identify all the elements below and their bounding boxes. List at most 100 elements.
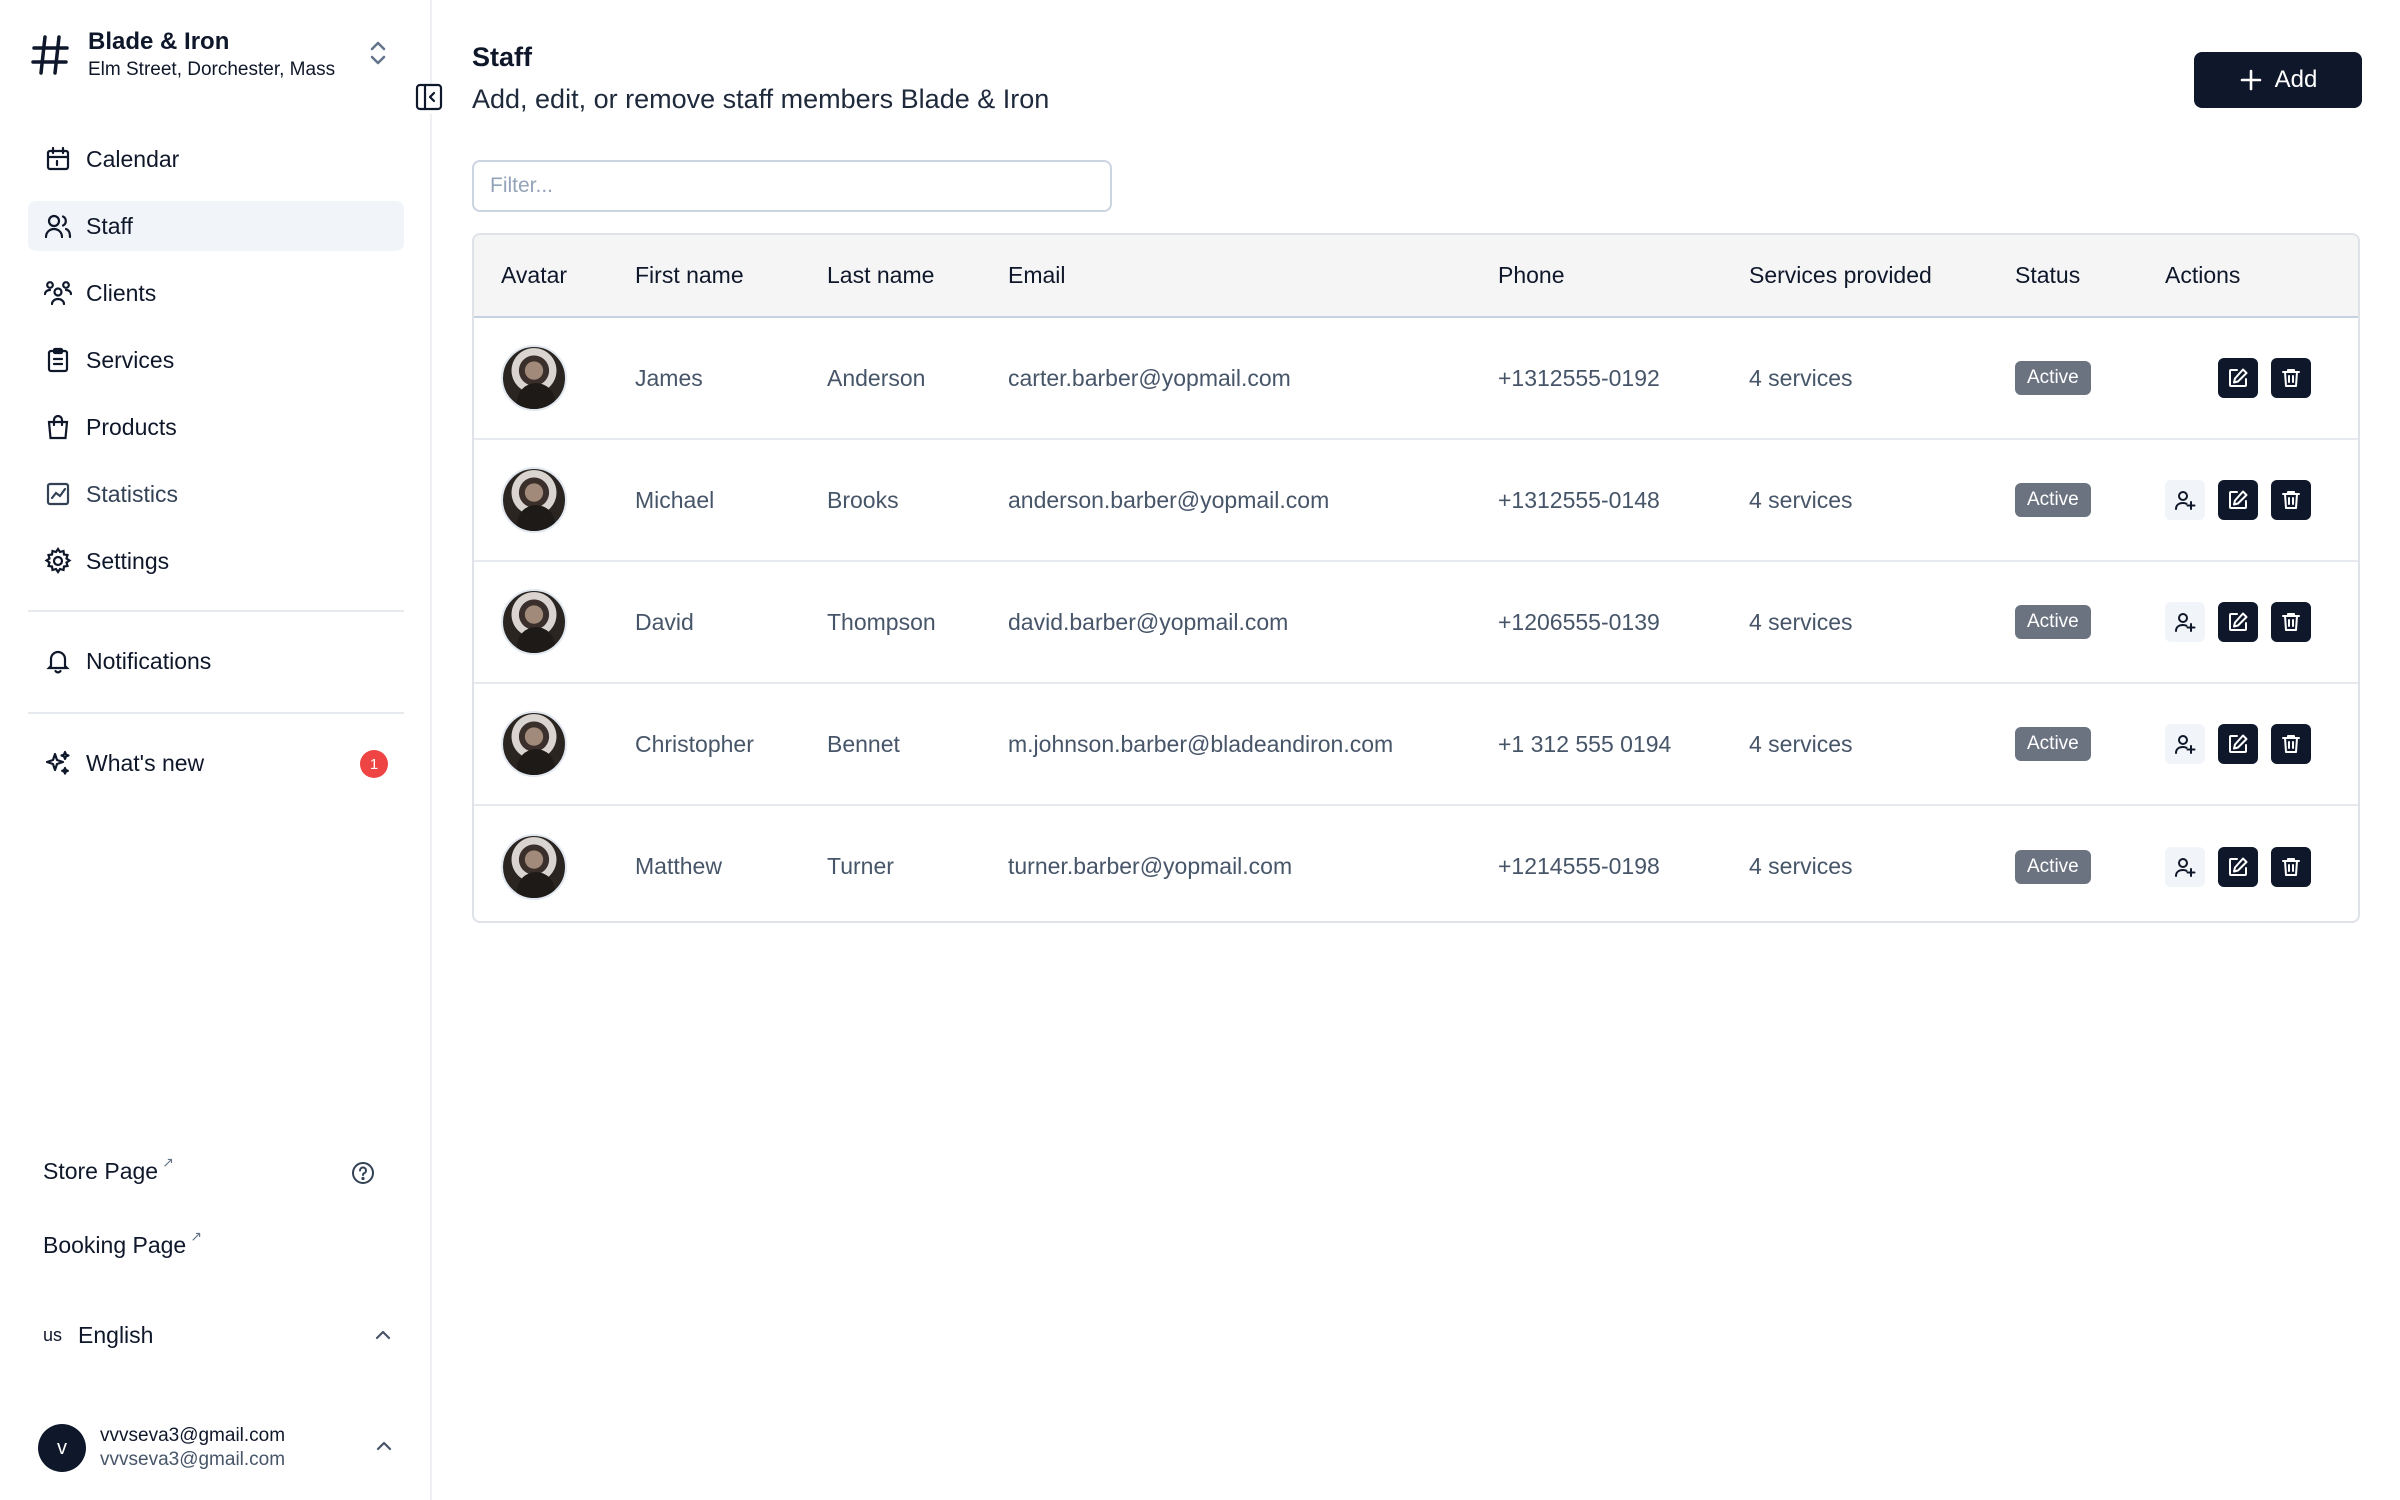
gear-icon <box>44 547 72 575</box>
delete-button[interactable] <box>2271 358 2311 398</box>
page-title: Staff <box>472 42 532 72</box>
edit-button[interactable] <box>2218 358 2258 398</box>
status-badge: Active <box>2015 361 2091 395</box>
hash-icon <box>28 33 72 77</box>
whats-new-section: What's new 1 <box>28 738 404 805</box>
add-user-button[interactable] <box>2165 846 2205 887</box>
plus-icon <box>2239 68 2263 92</box>
whats-new-count-badge: 1 <box>360 750 388 778</box>
bell-icon <box>44 647 72 675</box>
first-name-cell: Michael <box>635 486 715 513</box>
services-cell: 4 services <box>1749 486 1853 513</box>
last-name-cell: Brooks <box>827 486 899 513</box>
column-header-email: Email <box>981 235 1471 318</box>
filter-input[interactable] <box>472 160 1112 212</box>
edit-button[interactable] <box>2218 602 2258 642</box>
user-plus-icon <box>2175 857 2196 877</box>
nav-item-staff[interactable]: Staff <box>28 201 404 251</box>
edit-button[interactable] <box>2218 846 2258 887</box>
email-cell: turner.barber@yopmail.com <box>1008 853 1293 879</box>
delete-button[interactable] <box>2271 724 2311 764</box>
sparkles-icon <box>44 749 72 777</box>
table-row: Michael Brooks anderson.barber@yopmail.c… <box>474 439 2358 561</box>
sidebar: Blade & Iron Elm Street, Dorchester, Mas… <box>0 0 432 1500</box>
main-nav: Calendar Staff Clients Services Products <box>28 134 404 603</box>
booking-page-label: Booking Page <box>43 1232 187 1258</box>
delete-button[interactable] <box>2271 846 2311 887</box>
nav-item-statistics[interactable]: Statistics <box>28 469 404 519</box>
chart-icon <box>44 480 72 508</box>
chevrons-up-down-icon <box>368 38 388 73</box>
add-user-button[interactable] <box>2165 602 2205 642</box>
services-cell: 4 services <box>1749 608 1853 635</box>
nav-item-settings[interactable]: Settings <box>28 536 404 586</box>
sidebar-collapse-button[interactable] <box>414 83 444 116</box>
external-link-icon: ↗ <box>190 1228 202 1244</box>
edit-icon <box>2229 857 2248 876</box>
status-badge: Active <box>2015 849 2091 884</box>
user-email: vvvseva3@gmail.com <box>100 1449 286 1470</box>
nav-label: Products <box>86 413 177 440</box>
user-name: vvvseva3@gmail.com <box>100 1425 286 1446</box>
booking-page-link[interactable]: Booking Page ↗ <box>43 1228 202 1259</box>
email-cell: carter.barber@yopmail.com <box>1008 364 1291 391</box>
nav-label: Services <box>86 346 175 373</box>
edit-icon <box>2229 368 2248 387</box>
panel-left-close-icon <box>415 83 443 116</box>
nav-label: Notifications <box>86 647 212 674</box>
nav-item-products[interactable]: Products <box>28 402 404 452</box>
table-row: David Thompson david.barber@yopmail.com … <box>474 561 2358 683</box>
business-switcher[interactable]: Blade & Iron Elm Street, Dorchester, Mas… <box>28 20 398 90</box>
table-row: James Anderson carter.barber@yopmail.com… <box>474 317 2358 439</box>
business-address: Elm Street, Dorchester, Mass <box>88 59 336 80</box>
column-header-services: Services provided <box>1722 235 1988 318</box>
language-selector[interactable]: us English <box>43 1318 393 1352</box>
delete-button[interactable] <box>2271 480 2311 520</box>
add-button-label: Add <box>2274 66 2318 93</box>
trash-icon <box>2282 735 2300 753</box>
column-header-actions: Actions <box>2138 235 2358 318</box>
nav-label: Settings <box>86 547 170 574</box>
nav-item-whats-new[interactable]: What's new 1 <box>28 738 404 788</box>
help-circle-icon[interactable] <box>350 1160 376 1191</box>
trash-icon <box>2282 491 2300 509</box>
first-name-cell: Matthew <box>635 853 722 879</box>
nav-item-services[interactable]: Services <box>28 335 404 385</box>
phone-cell: +1312555-0148 <box>1498 486 1660 513</box>
edit-button[interactable] <box>2218 480 2258 520</box>
nav-item-calendar[interactable]: Calendar <box>28 134 404 184</box>
language-code: us <box>43 1324 63 1345</box>
column-header-last-name: Last name <box>800 235 981 318</box>
add-staff-button[interactable]: Add <box>2194 52 2362 108</box>
user-menu[interactable]: v vvvseva3@gmail.com vvvseva3@gmail.com <box>38 1418 394 1478</box>
user-plus-icon <box>2175 491 2196 510</box>
last-name-cell: Turner <box>827 853 894 879</box>
status-badge: Active <box>2015 727 2091 761</box>
edit-button[interactable] <box>2218 724 2258 764</box>
edit-icon <box>2229 490 2248 509</box>
nav-label: Statistics <box>86 480 179 507</box>
services-cell: 4 services <box>1749 364 1853 391</box>
last-name-cell: Bennet <box>827 730 900 757</box>
services-cell: 4 services <box>1749 853 1853 879</box>
add-user-button[interactable] <box>2165 480 2205 520</box>
column-header-status: Status <box>1988 235 2138 318</box>
delete-button[interactable] <box>2271 602 2311 642</box>
status-badge: Active <box>2015 483 2091 517</box>
add-user-button[interactable] <box>2165 724 2205 764</box>
trash-icon <box>2282 857 2300 876</box>
nav-item-notifications[interactable]: Notifications <box>28 636 404 686</box>
table-row: Christopher Bennet m.johnson.barber@blad… <box>474 683 2358 805</box>
calendar-icon <box>44 145 72 173</box>
last-name-cell: Anderson <box>827 364 926 391</box>
phone-cell: +1 312 555 0194 <box>1498 730 1672 757</box>
store-page-link[interactable]: Store Page ↗ <box>43 1154 174 1185</box>
trash-icon <box>2282 613 2300 631</box>
staff-avatar <box>501 345 567 411</box>
clipboard-icon <box>44 346 72 374</box>
staff-avatar <box>501 833 567 900</box>
last-name-cell: Thompson <box>827 608 936 635</box>
nav-label: Calendar <box>86 145 180 172</box>
nav-item-clients[interactable]: Clients <box>28 268 404 318</box>
email-cell: m.johnson.barber@bladeandiron.com <box>1008 730 1394 757</box>
